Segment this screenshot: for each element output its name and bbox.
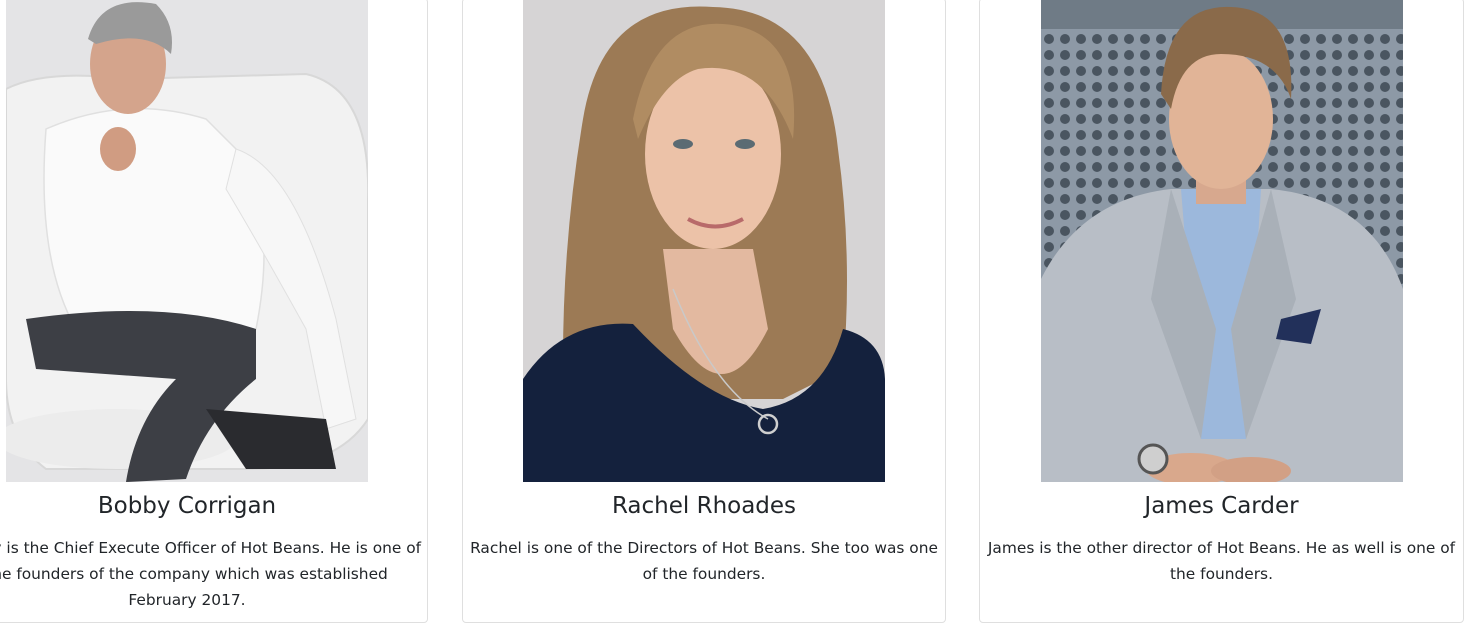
person-description: James is the other director of Hot Beans… [987, 539, 1456, 583]
team-card-james: James Carder James is the other director… [979, 0, 1464, 623]
person-name: Rachel Rhoades [611, 493, 797, 519]
person-name: Bobby Corrigan [97, 493, 277, 519]
profile-photo-james [1041, 0, 1403, 482]
team-card-bobby: Bobby Corrigan Bobby is the Chief Execut… [0, 0, 428, 623]
profile-photo-rachel [523, 0, 885, 482]
team-card-rachel: Rachel Rhoades Rachel is one of the Dire… [462, 0, 946, 623]
person-description: Bobby is the Chief Execute Officer of Ho… [0, 539, 422, 609]
profile-photo-bobby [6, 0, 368, 482]
person-photo-icon [6, 0, 368, 482]
person-photo-icon [1041, 0, 1403, 482]
person-name: James Carder [1144, 493, 1299, 519]
person-photo-icon [523, 0, 885, 482]
person-description: Rachel is one of the Directors of Hot Be… [470, 539, 938, 583]
